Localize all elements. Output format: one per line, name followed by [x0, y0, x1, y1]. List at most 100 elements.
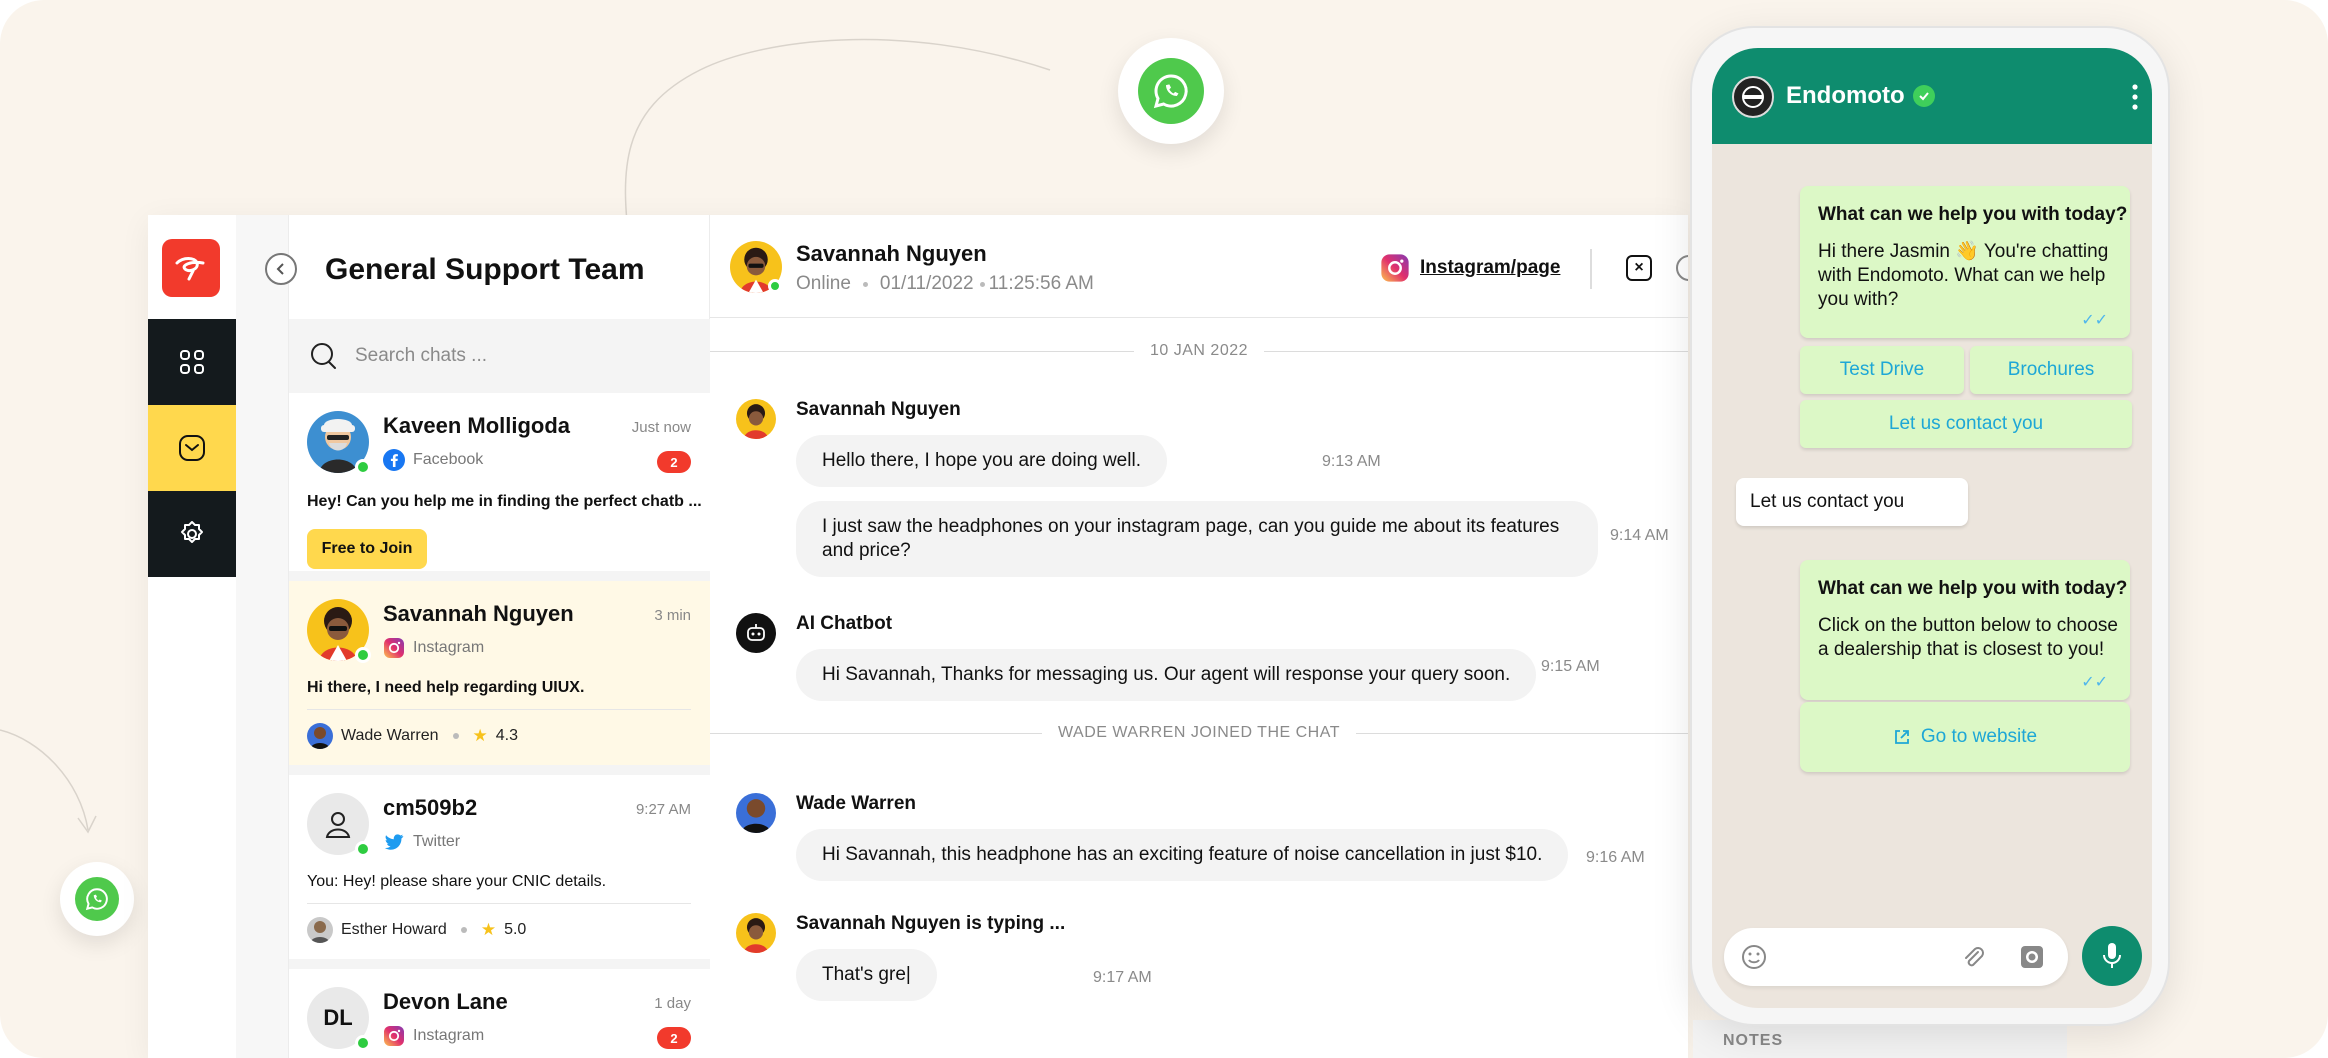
message-input[interactable]	[1784, 944, 1954, 965]
whatsapp-icon	[85, 888, 108, 911]
card-body: Hi there Jasmin 👋 You're chatting with E…	[1818, 241, 2109, 310]
message-thread: 10 JAN 2022 Savannah Nguyen Hello there,…	[710, 319, 1688, 1058]
assigned-agent: Esther Howard ★ 5.0	[307, 917, 526, 943]
app-window: General Support Team Kaveen Molligoda Ju…	[148, 215, 1688, 1058]
message-sender: Savannah Nguyen	[796, 399, 961, 420]
online-indicator	[355, 841, 371, 857]
incoming-message: Let us contact you	[1736, 478, 1968, 526]
online-indicator	[355, 647, 371, 663]
chevron-left-icon	[276, 263, 284, 275]
instagram-page-link[interactable]: Instagram/page	[1380, 253, 1560, 283]
close-chat-button[interactable]: ×	[1626, 255, 1652, 281]
meta-dot	[452, 733, 459, 739]
contact-title: Endomoto	[1786, 82, 1935, 110]
whatsapp-screen: Endomoto What can we help you with today…	[1712, 48, 2152, 1008]
message-time: 9:16 AM	[1586, 849, 1645, 866]
emoji-icon[interactable]	[1740, 943, 1768, 971]
card-title: What can we help you with today?	[1818, 578, 2128, 599]
whatsapp-floating-badge-top	[1118, 38, 1224, 144]
contact-logo	[1732, 76, 1774, 118]
chat-contact-name: cm509b2	[383, 795, 478, 820]
chat-list-item[interactable]: Kaveen Molligoda Just now Facebook 2 Hey…	[289, 393, 711, 571]
search-icon	[311, 343, 336, 369]
typing-indicator: Savannah Nguyen is typing ...	[796, 913, 1066, 934]
avatar	[736, 913, 776, 953]
read-receipt-icon: ✓✓	[2081, 312, 2108, 329]
chat-contact-name: Devon Lane	[383, 989, 508, 1014]
brochures-button[interactable]: Brochures	[1970, 346, 2132, 394]
chat-source: Facebook	[383, 449, 483, 471]
chat-source-label: Twitter	[413, 833, 461, 850]
agent-avatar	[307, 917, 333, 943]
contact-me-button[interactable]: Let us contact you	[1800, 400, 2132, 448]
agent-rating: 4.3	[495, 727, 519, 744]
chat-source: Instagram	[383, 1025, 484, 1047]
attachment-icon[interactable]	[1960, 944, 1986, 970]
message-time: 9:17 AM	[1093, 969, 1152, 986]
chat-time: Just now	[631, 419, 691, 436]
message-bubble: That's gre|	[796, 949, 937, 1001]
divider	[289, 959, 711, 969]
date-separator-label: 10 JAN 2022	[1150, 342, 1249, 359]
chat-source-label: Instagram	[413, 1027, 485, 1044]
chat-list-panel: General Support Team Kaveen Molligoda Ju…	[265, 215, 711, 1058]
bot-message-card: What can we help you with today? Click o…	[1800, 560, 2130, 700]
chat-list-item[interactable]: DL Devon Lane 1 day Instagram 2	[289, 969, 711, 1058]
chat-source-label: Instagram	[413, 639, 485, 656]
app-logo[interactable]	[162, 239, 220, 297]
go-to-website-button[interactable]: Go to website	[1800, 702, 2130, 772]
message-sender: AI Chatbot	[796, 613, 893, 634]
free-to-join-button[interactable]: Free to Join	[307, 529, 427, 569]
collapse-back-button[interactable]	[265, 253, 297, 285]
instagram-icon	[384, 638, 404, 658]
twitter-icon	[384, 834, 404, 850]
message-bubble: Hello there, I hope you are doing well.	[796, 435, 1167, 487]
divider	[1590, 249, 1592, 289]
instagram-page-label: Instagram/page	[1420, 257, 1561, 278]
chat-source-label: Facebook	[413, 451, 484, 468]
agent-rating: 5.0	[504, 921, 527, 938]
assigned-agent: Wade Warren ★ 4.3	[307, 723, 518, 749]
avatar	[736, 793, 776, 833]
message-time: 9:15 AM	[1541, 658, 1600, 675]
search-input[interactable]	[355, 345, 655, 367]
chat-preview: Hey! Can you help me in finding the perf…	[307, 493, 702, 510]
more-options-button[interactable]	[1676, 255, 1688, 281]
camera-icon[interactable]	[2018, 943, 2046, 971]
sidebar-item-settings[interactable]	[148, 491, 236, 577]
chat-source: Instagram	[383, 637, 484, 659]
whatsapp-header: Endomoto	[1712, 48, 2152, 144]
brand-logo-icon	[175, 257, 205, 281]
kebab-menu-icon[interactable]	[2132, 84, 2138, 110]
agent-name: Wade Warren	[341, 727, 439, 744]
sidebar-item-inbox[interactable]	[148, 405, 236, 491]
contact-name: Savannah Nguyen	[796, 241, 987, 266]
divider	[289, 765, 711, 775]
chat-preview: You: Hey! please share your CNIC details…	[307, 873, 607, 890]
conversation-header: Savannah Nguyen Online 01/11/2022 11:25:…	[710, 215, 1688, 318]
external-link-icon	[1895, 730, 1909, 744]
chat-list-item[interactable]: cm509b2 9:27 AM Twitter You: Hey! please…	[289, 775, 711, 959]
message-sender: Wade Warren	[796, 793, 917, 814]
avatar	[736, 399, 776, 439]
message-bubble: Hi Savannah, Thanks for messaging us. Ou…	[796, 649, 1537, 701]
sidebar-item-dashboard[interactable]	[148, 319, 236, 405]
date-separator: 10 JAN 2022	[710, 341, 1688, 361]
chat-contact-name: Savannah Nguyen	[383, 601, 574, 626]
chat-contact-name: Kaveen Molligoda	[383, 413, 571, 438]
sidebar-gutter	[236, 215, 288, 1058]
agent-name: Esther Howard	[341, 921, 447, 938]
voice-message-button[interactable]	[2082, 926, 2142, 986]
unread-badge: 2	[657, 451, 691, 473]
star-icon: ★	[472, 726, 488, 745]
bot-avatar	[736, 613, 776, 653]
card-title: What can we help you with today?	[1818, 204, 2128, 225]
contact-meta: Online 01/11/2022 11:25:56 AM	[796, 273, 1094, 295]
robot-icon	[747, 624, 765, 641]
message-composer	[1724, 928, 2068, 986]
chat-list-item-selected[interactable]: Savannah Nguyen 3 min Instagram Hi there…	[289, 581, 711, 765]
contact-name: Endomoto	[1786, 82, 1905, 109]
contact-time: 11:25:56 AM	[988, 273, 1094, 294]
instagram-icon	[1381, 254, 1409, 282]
test-drive-button[interactable]: Test Drive	[1800, 346, 1964, 394]
